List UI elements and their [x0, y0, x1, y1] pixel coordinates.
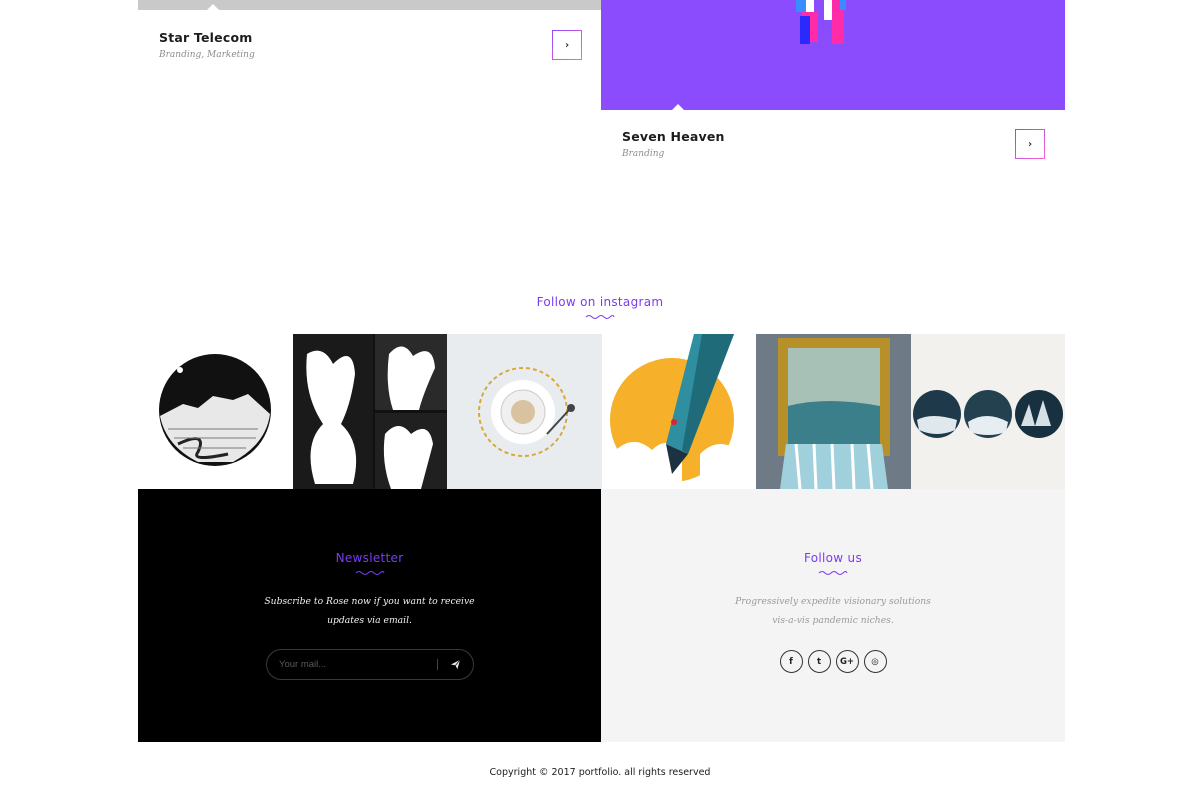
- facebook-icon[interactable]: f: [779, 650, 803, 673]
- project-info-star-telecom: Star Telecom Branding, Marketing: [159, 30, 255, 60]
- project-image-star-telecom[interactable]: [138, 0, 601, 11]
- silhouette-collage: [292, 334, 447, 489]
- follow-us-description: Progressively expedite visionary solutio…: [601, 592, 1065, 630]
- follow-us-title: Follow us: [601, 551, 1065, 576]
- instagram-gallery: [138, 334, 1065, 489]
- project-tags: Branding, Marketing: [159, 50, 255, 60]
- instagram-tile[interactable]: [910, 334, 1065, 489]
- seven-heaven-logo-art: [796, 0, 846, 44]
- project-arrow-button[interactable]: ›: [1015, 129, 1045, 159]
- coffee-cup-art: [478, 367, 575, 457]
- copyright-text: Copyright © 2017 portfolio. all rights r…: [489, 767, 711, 778]
- follow-us-text-line: vis-a-vis pandemic niches.: [772, 615, 894, 626]
- squiggle-divider-icon: [818, 571, 848, 575]
- google-plus-icon[interactable]: G+: [835, 650, 859, 673]
- chevron-right-icon: ›: [564, 39, 570, 51]
- instagram-tile[interactable]: [447, 334, 602, 489]
- social-links: f t G+ ◎: [601, 650, 1065, 673]
- instagram-heading-text[interactable]: Follow on instagram: [537, 295, 664, 309]
- newsletter-title-text: Newsletter: [335, 551, 404, 565]
- newsletter-title: Newsletter: [138, 551, 601, 576]
- newsletter-description: Subscribe to Rose now if you want to rec…: [138, 592, 601, 630]
- instagram-icon[interactable]: ◎: [863, 650, 887, 673]
- squiggle-divider-icon: [355, 571, 384, 575]
- instagram-heading: Follow on instagram: [0, 295, 1200, 320]
- instagram-tile[interactable]: [138, 334, 293, 489]
- pencil-balloon-art: [609, 334, 742, 489]
- project-title: Seven Heaven: [622, 129, 725, 144]
- instagram-tile[interactable]: [292, 334, 447, 489]
- newsletter-text-line: Subscribe to Rose now if you want to rec…: [264, 596, 475, 607]
- squiggle-divider-icon: [585, 315, 615, 319]
- email-field[interactable]: [279, 656, 429, 673]
- twitter-icon[interactable]: t: [807, 650, 831, 673]
- instagram-tile[interactable]: [601, 334, 756, 489]
- project-title: Star Telecom: [159, 30, 253, 45]
- newsletter-form: [266, 649, 474, 680]
- newsletter-text-line: updates via email.: [327, 615, 412, 626]
- instagram-tile[interactable]: [756, 334, 911, 489]
- project-info-seven-heaven: Seven Heaven Branding: [622, 129, 725, 159]
- three-circles-art: [912, 390, 1063, 438]
- chevron-right-icon: ›: [1027, 138, 1033, 150]
- follow-us-section: Follow us Progressively expedite visiona…: [601, 489, 1065, 742]
- send-button[interactable]: [447, 656, 463, 672]
- divider: [437, 659, 438, 670]
- paper-plane-icon: [450, 659, 460, 669]
- project-arrow-button[interactable]: ›: [552, 30, 582, 60]
- follow-us-title-text: Follow us: [803, 551, 862, 565]
- project-tags: Branding: [622, 149, 665, 159]
- framed-waterfall-art: [756, 334, 911, 489]
- newsletter-section: Newsletter Subscribe to Rose now if you …: [138, 489, 601, 742]
- landscape-circle-art: [159, 354, 271, 466]
- project-image-seven-heaven[interactable]: [601, 0, 1065, 110]
- follow-us-text-line: Progressively expedite visionary solutio…: [735, 596, 931, 607]
